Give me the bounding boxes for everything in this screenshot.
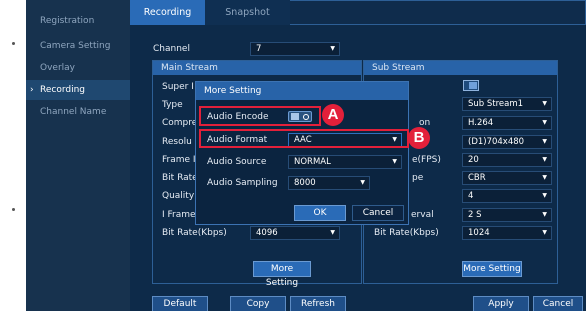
bit-rate-type-label: Bit Rate xyxy=(162,173,198,183)
triangle-down-icon: ▼ xyxy=(542,100,547,107)
callout-a: A xyxy=(322,104,344,126)
main-more-setting-button[interactable]: More Setting xyxy=(253,261,311,288)
highlight-audio-encode xyxy=(199,106,321,126)
dialog-ok-button[interactable]: OK xyxy=(294,205,346,221)
triangle-down-icon: ▼ xyxy=(542,156,547,163)
super-resolution-label: Super I xyxy=(162,82,194,92)
sub-quality-select[interactable]: 4 ▼ xyxy=(462,189,552,203)
sub-stream-enable-toggle[interactable] xyxy=(463,80,479,91)
left-margin xyxy=(0,0,26,311)
sub-bitrate-type-label: pe xyxy=(412,173,424,183)
channel-label: Channel xyxy=(153,44,190,54)
margin-mark xyxy=(12,42,15,45)
channel-value: 7 xyxy=(256,44,262,54)
toggle-knob xyxy=(469,82,477,89)
audio-sampling-value: 8000 xyxy=(294,178,316,188)
audio-source-label: Audio Source xyxy=(207,157,267,167)
type-label: Type xyxy=(162,100,183,110)
sub-frame-rate-select[interactable]: 20 ▼ xyxy=(462,153,552,167)
sub-bitrate-value: 1024 xyxy=(468,228,490,238)
sub-iframe-label: erval xyxy=(411,210,434,220)
sidebar-item-label: Recording xyxy=(40,85,86,95)
sub-iframe-select[interactable]: 2 S ▼ xyxy=(462,208,552,222)
frame-rate-label: Frame I xyxy=(162,155,196,165)
triangle-down-icon: ▼ xyxy=(542,229,547,236)
triangle-down-icon: ▼ xyxy=(330,45,335,52)
apply-button[interactable]: Apply xyxy=(473,296,529,311)
sub-frame-rate-label: e(FPS) xyxy=(412,155,441,165)
sub-bitrate-select[interactable]: 1024 ▼ xyxy=(462,226,552,240)
triangle-down-icon: ▼ xyxy=(542,211,547,218)
more-setting-dialog: More Setting Audio Encode Audio Format A… xyxy=(195,81,409,225)
channel-select[interactable]: 7 ▼ xyxy=(250,42,340,56)
triangle-down-icon: ▼ xyxy=(542,192,547,199)
tab-snapshot[interactable]: Snapshot xyxy=(205,0,290,25)
quality-label: Quality xyxy=(162,191,195,201)
sub-more-setting-button[interactable]: More Setting xyxy=(462,261,522,277)
main-stream-header: Main Stream xyxy=(153,61,361,75)
resolution-label: Resolu xyxy=(162,137,192,147)
sub-bitrate-label: Bit Rate(Kbps) xyxy=(374,228,439,238)
sub-iframe-value: 2 S xyxy=(468,210,482,220)
i-frame-label: I Frame xyxy=(162,210,196,220)
sidebar-item-label: Channel Name xyxy=(40,107,107,117)
sidebar-item-recording[interactable]: › Recording xyxy=(26,80,130,100)
tab-recording[interactable]: Recording xyxy=(130,0,205,25)
sidebar-item-label: Camera Setting xyxy=(40,41,111,51)
triangle-down-icon: ▼ xyxy=(542,138,547,145)
sub-bitrate-type-value: CBR xyxy=(468,173,486,183)
triangle-down-icon: ▼ xyxy=(330,229,335,236)
triangle-down-icon: ▼ xyxy=(542,174,547,181)
sub-type-value: Sub Stream1 xyxy=(468,99,524,109)
copy-button[interactable]: Copy xyxy=(230,296,286,311)
sidebar-item-camera-setting[interactable]: Camera Setting xyxy=(26,36,130,56)
refresh-button[interactable]: Refresh xyxy=(290,296,346,311)
sub-compression-select[interactable]: H.264 ▼ xyxy=(462,116,552,130)
margin-mark xyxy=(12,208,15,211)
sub-bitrate-type-select[interactable]: CBR ▼ xyxy=(462,171,552,185)
sub-compression-value: H.264 xyxy=(468,118,494,128)
sidebar: Registration Camera Setting Overlay › Re… xyxy=(26,0,130,311)
sub-stream-header: Sub Stream xyxy=(364,61,557,75)
cancel-button[interactable]: Cancel xyxy=(533,296,583,311)
sidebar-item-registration[interactable]: Registration xyxy=(26,11,130,31)
dialog-cancel-button[interactable]: Cancel xyxy=(352,205,404,221)
audio-source-value: NORMAL xyxy=(294,157,331,167)
highlight-audio-format xyxy=(199,129,409,148)
sub-frame-rate-value: 20 xyxy=(468,155,479,165)
main-bitrate-label: Bit Rate(Kbps) xyxy=(162,228,227,238)
chevron-right-icon: › xyxy=(30,85,34,95)
sub-resolution-value: (D1)704x480 xyxy=(468,137,525,147)
audio-sampling-select[interactable]: 8000 ▼ xyxy=(288,176,370,190)
sidebar-item-label: Registration xyxy=(40,16,95,26)
default-button[interactable]: Default xyxy=(152,296,208,311)
sub-type-select[interactable]: Sub Stream1 ▼ xyxy=(462,97,552,111)
sidebar-item-channel-name[interactable]: Channel Name xyxy=(26,102,130,122)
tab-bar-fill xyxy=(290,0,586,25)
sub-quality-value: 4 xyxy=(468,191,474,201)
triangle-down-icon: ▼ xyxy=(360,179,365,186)
main-bitrate-select[interactable]: 4096 ▼ xyxy=(250,226,340,240)
main-bitrate-value: 4096 xyxy=(256,228,278,238)
callout-b: B xyxy=(408,127,430,149)
audio-source-select[interactable]: NORMAL ▼ xyxy=(288,155,402,169)
audio-sampling-label: Audio Sampling xyxy=(207,178,278,188)
dialog-title: More Setting xyxy=(196,82,408,100)
sidebar-item-overlay[interactable]: Overlay xyxy=(26,58,130,78)
sub-resolution-select[interactable]: (D1)704x480 ▼ xyxy=(462,135,552,149)
compression-label: Compre xyxy=(162,118,198,128)
triangle-down-icon: ▼ xyxy=(392,158,397,165)
sidebar-item-label: Overlay xyxy=(40,63,75,73)
triangle-down-icon: ▼ xyxy=(542,119,547,126)
